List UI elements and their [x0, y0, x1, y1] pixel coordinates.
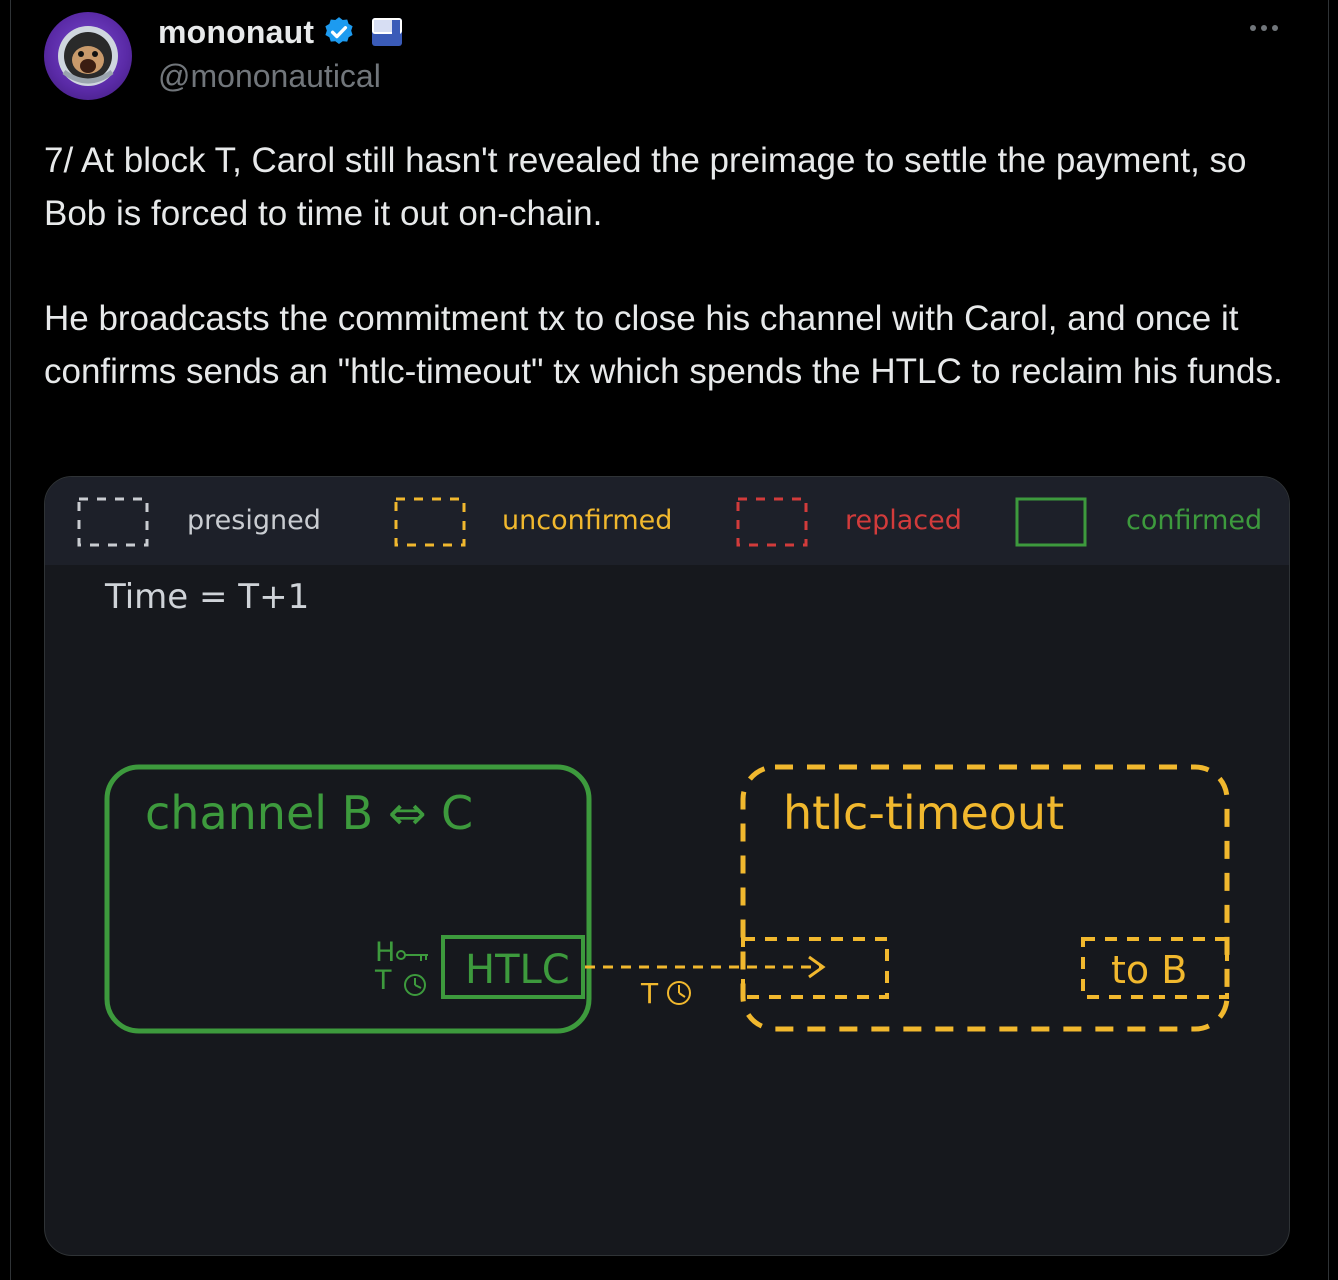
avatar[interactable]: [44, 12, 132, 100]
flag-icon: [372, 18, 403, 46]
tweet-paragraph: He broadcasts the commitment tx to close…: [44, 299, 1283, 391]
tweet-paragraph: 7/ At block T, Carol still hasn't reveal…: [44, 141, 1247, 233]
transaction-diagram: channel B ⇔ C HTLC H T T htlc-timeout to…: [104, 764, 1230, 1034]
htlc-timeout-title: htlc-timeout: [783, 786, 1064, 840]
display-name[interactable]: mononaut: [158, 14, 314, 51]
tweet-author: mononaut @mononautical: [158, 12, 404, 95]
tweet-media-diagram[interactable]: presigned unconfirmed replaced confirmed…: [44, 476, 1290, 1256]
more-button[interactable]: [1250, 18, 1290, 46]
htlc-timeout-input-box: [741, 937, 889, 999]
clock-icon: [667, 981, 691, 1005]
thread-border-right: [1328, 0, 1329, 1280]
handle[interactable]: @mononautical: [158, 58, 404, 95]
more-icon: [1250, 25, 1256, 31]
arrow-right-icon: [808, 955, 826, 979]
edge-time-lock-label: T: [640, 977, 659, 1010]
htlc-label: HTLC: [465, 947, 570, 993]
tweet-text: 7/ At block T, Carol still hasn't reveal…: [44, 134, 1304, 398]
avatar-astronaut-monkey-icon: [58, 26, 118, 86]
hash-lock-label: H: [375, 937, 395, 968]
channel-title: channel B ⇔ C: [145, 786, 473, 840]
to-b-label: to B: [1111, 948, 1187, 992]
key-icon: [396, 950, 428, 961]
clock-icon: [404, 974, 426, 996]
verified-badge-icon[interactable]: [322, 15, 356, 49]
thread-border-left: [10, 0, 11, 1280]
time-lock-label: T: [374, 965, 392, 996]
